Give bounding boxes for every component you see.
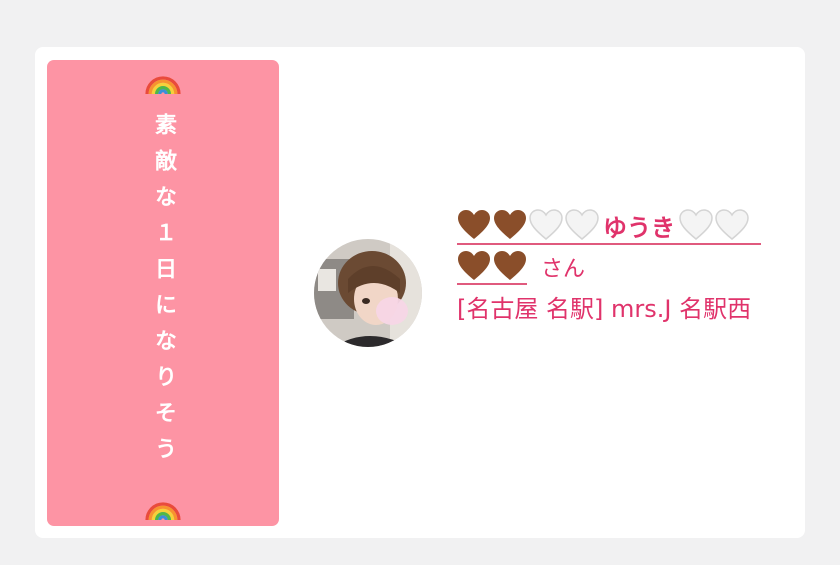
post-card: 素敵な１日になりそう ゆうき さん [名古屋 名駅] mrs.J 名駅西	[35, 47, 805, 538]
message-banner: 素敵な１日になりそう	[47, 60, 279, 526]
white-heart-icon	[679, 209, 713, 240]
cast-name-line2: さん	[457, 249, 787, 285]
cast-name-link-continued[interactable]	[457, 250, 527, 285]
white-heart-icon	[715, 209, 749, 240]
shop-name[interactable]: [名古屋 名駅] mrs.J 名駅西	[457, 291, 787, 327]
cast-name-link[interactable]: ゆうき	[457, 207, 761, 245]
honorific: さん	[541, 257, 586, 282]
white-heart-icon	[565, 209, 599, 240]
avatar[interactable]	[314, 239, 422, 347]
brown-heart-icon	[494, 210, 526, 239]
avatar-photo	[314, 239, 422, 347]
banner-message: 素敵な１日になりそう	[151, 113, 176, 473]
white-heart-icon	[529, 209, 563, 240]
cast-name: ゆうき	[603, 213, 675, 242]
rainbow-icon	[145, 76, 181, 95]
brown-heart-icon	[458, 250, 490, 280]
brown-heart-icon	[494, 250, 526, 280]
brown-heart-icon	[458, 210, 490, 239]
rainbow-icon	[145, 502, 181, 521]
profile-info: ゆうき さん [名古屋 名駅] mrs.J 名駅西	[457, 207, 787, 327]
